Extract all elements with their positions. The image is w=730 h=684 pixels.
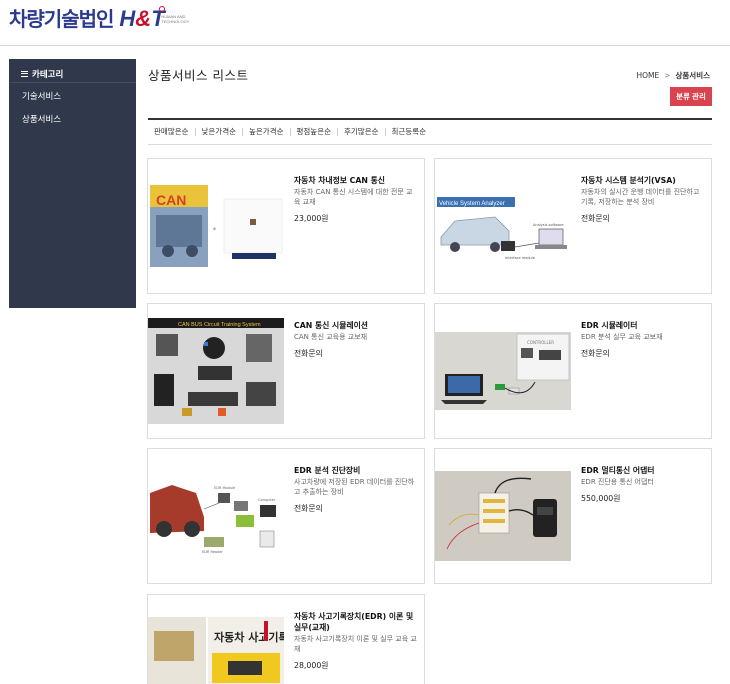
edr-adapter-image[interactable] [435, 449, 571, 583]
sort-bar: 판매많은순 낮은가격순 높은가격순 평점높은순 후기많은순 최근등록순 [148, 118, 712, 145]
page-title: 상품서비스 리스트 [148, 68, 249, 83]
breadcrumb: HOME > 상품서비스 [636, 70, 710, 81]
can-simulator-caption: CAN BUS Circuit Training System [178, 322, 261, 328]
vsa-caption: Vehicle System Analyzer [439, 201, 505, 207]
svg-text:Analysis software: Analysis software [533, 223, 564, 227]
sort-high-price[interactable]: 높은가격순 [243, 128, 291, 136]
product-card[interactable]: CAN BUS Circuit Training System CAN 통신 시… [147, 303, 425, 439]
svg-text:Computer: Computer [258, 498, 276, 502]
product-price: 전화문의 [294, 349, 323, 358]
sort-reviews[interactable]: 후기많은순 [338, 128, 386, 136]
can-simulator-image[interactable]: CAN BUS Circuit Training System [148, 304, 284, 438]
edr-simulator-image[interactable]: CONTROLLER [435, 304, 571, 438]
sidebar-item-product-service[interactable]: 상품서비스 [9, 106, 136, 129]
vsa-image[interactable]: Vehicle System Analyzer Analysis softwar… [435, 159, 571, 293]
logo-korean-text: 차량기술법인 [9, 7, 114, 31]
svg-text:EDR Module: EDR Module [214, 486, 235, 490]
svg-text:EDR Reader: EDR Reader [202, 550, 223, 554]
logo-ht-text: H&T [119, 6, 165, 31]
edr-book-caption: 자동차 사고기록장치 [214, 630, 284, 644]
product-description: 자동차의 실시간 운행 데이터를 진단하고 기록, 저장하는 분석 장비 [581, 188, 700, 206]
product-description: 자동차 CAN 통신 시스템에 대한 전문 교육 교재 [294, 188, 413, 206]
can-book-image[interactable]: CAN ✶ [148, 159, 284, 293]
svg-text:CONTROLLER: CONTROLLER [527, 340, 554, 345]
product-price: 전화문의 [581, 214, 610, 223]
product-description: CAN 통신 교육용 교보재 [294, 333, 368, 341]
edr-book-image[interactable]: 자동차 사고기록장치 [148, 595, 284, 684]
product-price: 전화문의 [581, 349, 610, 358]
sort-rating[interactable]: 평점높은순 [291, 128, 338, 136]
product-card[interactable]: EDR Module Computer EDR Reader EDR 분석 진단… [147, 448, 425, 584]
logo-mark: H&T HUMAN AND TECHNOLOGY [119, 6, 189, 34]
breadcrumb-separator: > [664, 71, 671, 80]
product-card[interactable]: CONTROLLER EDR 시뮬레이터 EDR 분석 실무 교육 교보재 전화… [434, 303, 712, 439]
sidebar-title: 카테고리 [32, 69, 64, 80]
product-title[interactable]: CAN 통신 시뮬레이션 [294, 320, 418, 331]
product-card[interactable]: CAN ✶ 자동차 차내정보 CAN 통신 자동차 CAN 통신 시스템에 대한… [147, 158, 425, 294]
product-price: 28,000원 [294, 661, 329, 670]
svg-text:Interface module: Interface module [505, 256, 535, 260]
sort-recent[interactable]: 최근등록순 [386, 128, 433, 136]
product-description: EDR 분석 실무 교육 교보재 [581, 333, 663, 341]
site-logo[interactable]: 차량기술법인 H&T HUMAN AND TECHNOLOGY [9, 6, 189, 34]
sort-best-selling[interactable]: 판매많은순 [154, 128, 196, 136]
category-admin-button[interactable]: 분류 관리 [670, 87, 712, 106]
product-price: 23,000원 [294, 214, 329, 223]
product-card[interactable]: Vehicle System Analyzer Analysis softwar… [434, 158, 712, 294]
product-price: 550,000원 [581, 494, 621, 503]
site-header: 차량기술법인 H&T HUMAN AND TECHNOLOGY [0, 0, 730, 46]
product-title[interactable]: 자동차 시스템 분석기(VSA) [581, 175, 705, 186]
sidebar-header: 카테고리 [9, 59, 136, 83]
sidebar-item-tech-service[interactable]: 기술서비스 [9, 83, 136, 106]
edr-diagnostic-image[interactable]: EDR Module Computer EDR Reader [148, 449, 284, 583]
logo-tagline: HUMAN AND TECHNOLOGY [161, 14, 190, 24]
product-title[interactable]: EDR 분석 진단장비 [294, 465, 418, 476]
product-card[interactable]: EDR 멀티통신 어댑터 EDR 진단용 통신 어댑터 550,000원 [434, 448, 712, 584]
product-description: EDR 진단용 통신 어댑터 [581, 478, 654, 486]
product-title[interactable]: EDR 멀티통신 어댑터 [581, 465, 705, 476]
menu-icon [21, 70, 28, 77]
product-title[interactable]: 자동차 차내정보 CAN 통신 [294, 175, 418, 186]
product-price: 전화문의 [294, 504, 323, 513]
product-description: 자동차 사고기록장치 이론 및 실무 교육 교재 [294, 635, 417, 653]
breadcrumb-current: 상품서비스 [675, 71, 711, 80]
svg-text:✶: ✶ [212, 226, 217, 233]
product-title[interactable]: EDR 시뮬레이터 [581, 320, 705, 331]
breadcrumb-home[interactable]: HOME [636, 71, 659, 80]
product-card[interactable]: 자동차 사고기록장치 자동차 사고기록장치(EDR) 이론 및 실무(교재) 자… [147, 594, 425, 684]
product-title[interactable]: 자동차 사고기록장치(EDR) 이론 및 실무(교재) [294, 611, 418, 633]
category-sidebar: 카테고리 기술서비스 상품서비스 [9, 59, 136, 308]
sort-low-price[interactable]: 낮은가격순 [196, 128, 243, 136]
product-description: 사고차량에 저장된 EDR 데이터를 진단하고 추출하는 장비 [294, 478, 415, 496]
svg-text:CAN: CAN [156, 192, 186, 208]
